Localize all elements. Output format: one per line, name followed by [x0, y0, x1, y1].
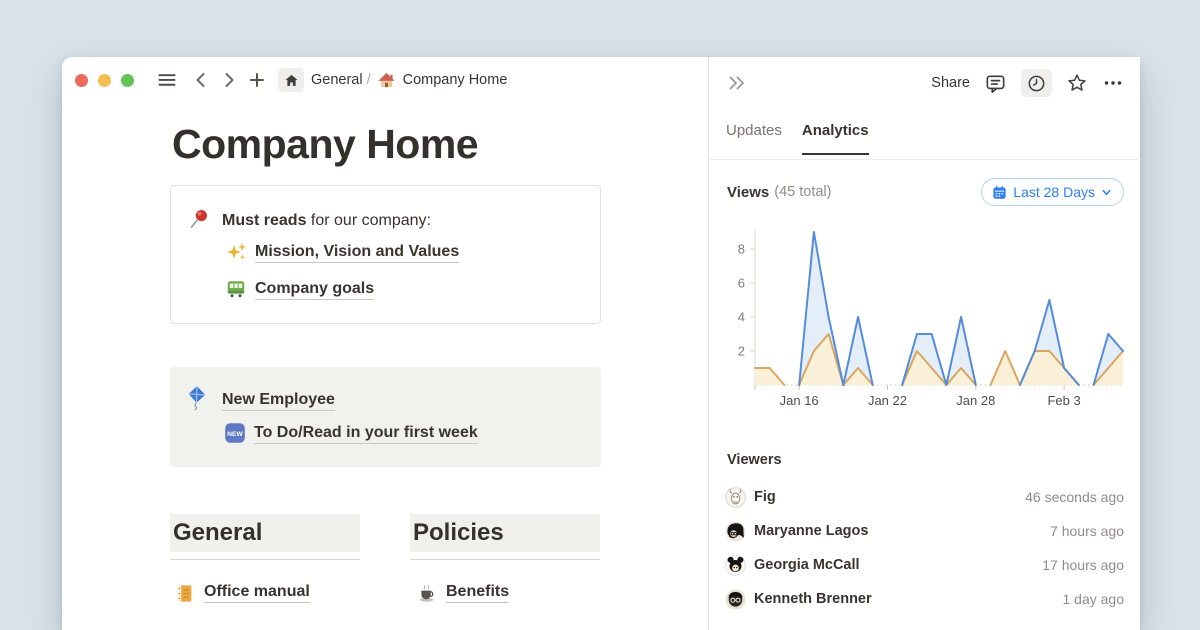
viewer-time: 17 hours ago: [1042, 557, 1124, 573]
avatar-maryanne: [725, 521, 746, 542]
tram-icon: [225, 278, 247, 300]
viewer-row: Kenneth Brenner 1 day ago: [725, 585, 1124, 613]
viewer-row: Georgia McCall 17 hours ago: [725, 551, 1124, 579]
avatar-georgia: [725, 555, 746, 576]
svg-text:Feb 3: Feb 3: [1047, 393, 1080, 408]
viewer-name: Georgia McCall: [754, 557, 860, 573]
minimize-window-button[interactable]: [98, 74, 111, 87]
tab-analytics[interactable]: Analytics: [802, 122, 869, 155]
svg-text:4: 4: [738, 310, 745, 325]
tab-updates[interactable]: Updates: [726, 122, 782, 155]
share-button[interactable]: Share: [931, 75, 970, 91]
viewer-name: Fig: [754, 489, 776, 505]
link-new-employee[interactable]: New Employee: [222, 391, 335, 411]
viewer-row: Maryanne Lagos 7 hours ago: [725, 517, 1124, 545]
favorite-star-icon[interactable]: [1066, 72, 1088, 94]
must-reads-callout: Must reads for our company: Mission, Vis…: [170, 185, 601, 324]
viewer-name: Kenneth Brenner: [754, 591, 872, 607]
chevron-down-icon: [1101, 187, 1112, 198]
date-range-button[interactable]: Last 28 Days: [981, 178, 1124, 206]
column-heading-general: General: [170, 514, 360, 552]
close-window-button[interactable]: [75, 74, 88, 87]
breadcrumb-page[interactable]: Company Home: [403, 72, 508, 88]
history-clock-button[interactable]: [1021, 69, 1052, 97]
svg-text:6: 6: [738, 276, 745, 291]
callout-text-rest: for our company:: [306, 212, 431, 229]
calendar-icon: [992, 185, 1007, 200]
callout-text-bold: Must reads: [222, 212, 306, 229]
divider: [170, 559, 360, 560]
svg-text:NEW: NEW: [227, 431, 243, 438]
tabs-divider: [709, 159, 1141, 160]
new-employee-section: New Employee NEW To Do/Read in your firs…: [170, 367, 601, 467]
views-label: Views: [727, 184, 769, 201]
divider: [410, 559, 600, 560]
views-header-row: Views (45 total) Last 28 Days: [727, 177, 1124, 207]
collapse-panel-icon[interactable]: [726, 72, 748, 94]
breadcrumb-section[interactable]: General: [311, 72, 363, 88]
column-heading-policies: Policies: [410, 514, 600, 552]
coffee-icon: [417, 583, 437, 603]
ledger-icon: [174, 583, 195, 604]
kite-icon: [184, 384, 211, 411]
callout-text: Must reads for our company:: [222, 212, 431, 230]
new-badge-icon: NEW: [224, 422, 246, 444]
viewers-heading: Viewers: [727, 452, 782, 468]
svg-text:8: 8: [738, 242, 745, 257]
panel-tabs: Updates Analytics: [726, 122, 869, 155]
new-page-plus-icon[interactable]: [248, 71, 266, 89]
office-manual-row: Office manual: [174, 579, 310, 607]
link-company-goals[interactable]: Company goals: [255, 280, 374, 300]
viewer-row: Fig 46 seconds ago: [725, 483, 1124, 511]
pushpin-icon: [188, 207, 211, 230]
viewer-time: 7 hours ago: [1050, 523, 1124, 539]
avatar-fig: [725, 487, 746, 508]
avatar-kenneth: [725, 589, 746, 610]
svg-text:Jan 16: Jan 16: [780, 393, 819, 408]
back-icon[interactable]: [192, 71, 210, 89]
link-mission-vision-values[interactable]: Mission, Vision and Values: [255, 243, 459, 263]
svg-text:Jan 22: Jan 22: [868, 393, 907, 408]
viewer-name: Maryanne Lagos: [754, 523, 868, 539]
viewer-time: 46 seconds ago: [1025, 489, 1124, 505]
link-benefits[interactable]: Benefits: [446, 583, 509, 603]
breadcrumb-separator: /: [367, 72, 371, 88]
analytics-panel: Share Updates Analytics Views (45 total): [708, 57, 1140, 630]
date-range-label: Last 28 Days: [1013, 184, 1095, 200]
link-office-manual[interactable]: Office manual: [204, 583, 310, 603]
comments-icon[interactable]: [984, 72, 1007, 95]
benefits-row: Benefits: [417, 579, 509, 607]
sidebar-menu-icon[interactable]: [157, 70, 177, 90]
svg-text:Jan 28: Jan 28: [956, 393, 995, 408]
link-first-week-todo[interactable]: To Do/Read in your first week: [254, 424, 478, 444]
zoom-window-button[interactable]: [121, 74, 134, 87]
app-window: General / Company Home Company Home Must…: [62, 57, 1140, 630]
more-options-icon[interactable]: [1102, 72, 1124, 94]
views-total: (45 total): [774, 184, 831, 200]
page-title: Company Home: [172, 121, 478, 168]
house-emoji-icon: [377, 71, 396, 90]
home-icon[interactable]: [278, 68, 304, 92]
views-area-chart: 2 4 6 8 Jan 16 Jan 22 Jan 28 Feb 3: [709, 223, 1129, 425]
forward-icon[interactable]: [220, 71, 238, 89]
viewer-time: 1 day ago: [1063, 591, 1125, 607]
panel-actions: Share: [931, 67, 1124, 99]
svg-text:2: 2: [738, 344, 745, 359]
sparkles-icon: [226, 241, 248, 263]
window-topbar: General / Company Home: [62, 57, 708, 103]
